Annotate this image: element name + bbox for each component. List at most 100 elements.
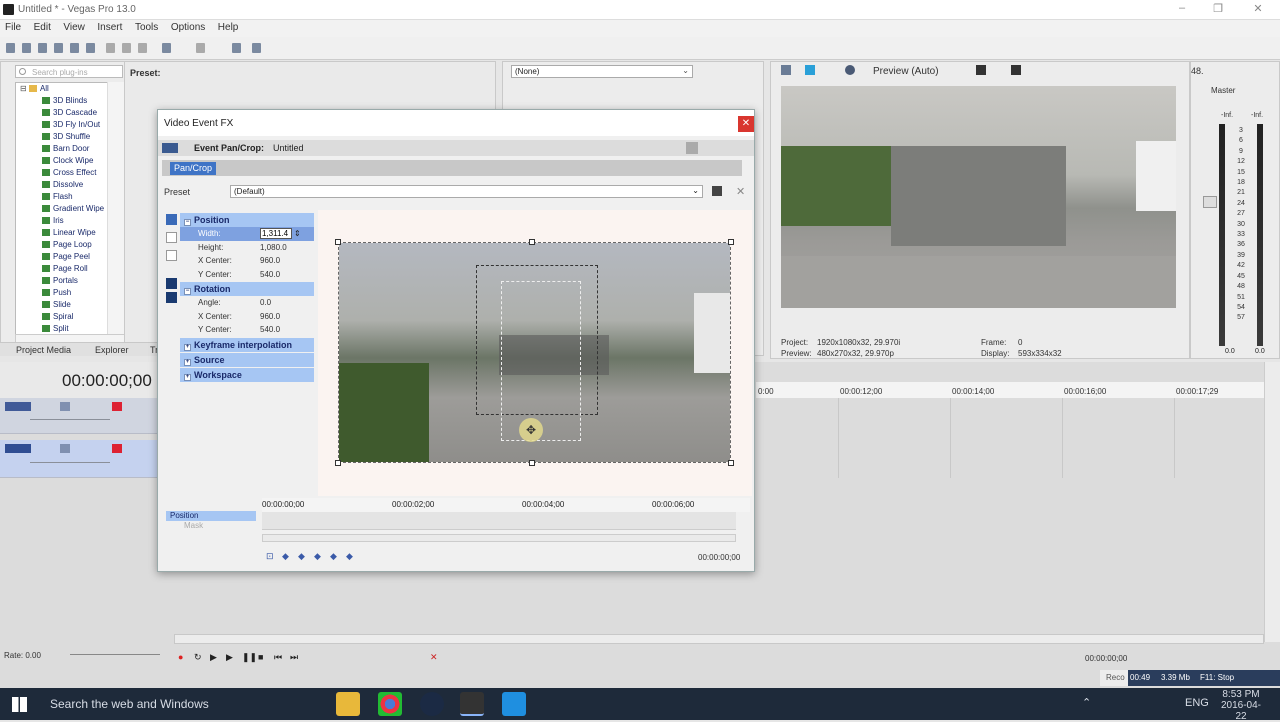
preview-frame[interactable] — [781, 86, 1176, 308]
rate-slider[interactable] — [70, 654, 160, 655]
copy-snapshot-icon[interactable] — [976, 65, 986, 75]
render-icon[interactable] — [70, 43, 79, 53]
angle-row[interactable]: Angle: 0.0 — [180, 296, 314, 310]
pan-crop-workspace[interactable]: ✥ — [318, 210, 752, 496]
rot-xcenter-row[interactable]: X Center: 960.0 — [180, 310, 314, 324]
copy-icon[interactable] — [122, 43, 131, 53]
corner-handle-tl[interactable] — [335, 239, 341, 245]
search-plugins-input[interactable]: Search plug-ins — [15, 65, 123, 78]
save-as-icon[interactable] — [54, 43, 63, 53]
width-row[interactable]: Width: 1,311.4 ⇕ — [180, 227, 314, 241]
kf-track-mask[interactable]: Mask — [166, 521, 256, 531]
language-indicator[interactable]: ENG — [1185, 697, 1209, 709]
keyframe-section[interactable]: + Keyframe interpolation — [180, 337, 314, 352]
dialog-close-button[interactable]: ✕ — [738, 116, 754, 132]
help-icon[interactable] — [252, 43, 261, 53]
tab-explorer[interactable]: Explorer — [95, 345, 129, 355]
track-1-fx-icon[interactable] — [112, 402, 122, 411]
lock-aspect-icon[interactable] — [166, 278, 177, 289]
timeline-hscrollbar[interactable] — [174, 634, 1264, 644]
zoom-tool-icon[interactable] — [166, 232, 177, 243]
rot-ycenter-row[interactable]: Y Center: 540.0 — [180, 323, 314, 337]
save-icon[interactable] — [38, 43, 47, 53]
clock[interactable]: 8:53 PM 2016-04-22 — [1216, 689, 1266, 722]
move-handle-icon[interactable]: ✥ — [519, 418, 543, 442]
menu-file[interactable]: File — [0, 20, 26, 35]
redo-icon[interactable] — [196, 43, 205, 53]
sync-cursor-icon[interactable]: ⊡ — [266, 551, 274, 562]
prev-keyframe-icon[interactable]: ◆ — [298, 551, 305, 562]
properties-icon[interactable] — [86, 43, 95, 53]
cut-icon[interactable] — [106, 43, 115, 53]
kf-scrollbar[interactable] — [262, 534, 736, 542]
menu-edit[interactable]: Edit — [29, 20, 56, 35]
start-icon[interactable] — [12, 697, 27, 712]
menu-insert[interactable]: Insert — [92, 20, 127, 35]
timeline-ruler[interactable]: 0:00 00:00:12;00 00:00:14;00 00:00:16;00… — [756, 382, 1280, 398]
preview-quality[interactable]: Preview (Auto) — [873, 66, 939, 77]
vegas-icon[interactable] — [460, 692, 484, 716]
timeline-vscrollbar[interactable] — [1264, 362, 1280, 642]
save-snapshot-icon[interactable] — [1011, 65, 1021, 75]
kf-ruler[interactable]: 00:00:00;00 00:00:02;00 00:00:04;00 00:0… — [262, 498, 750, 512]
track-2-fx-icon[interactable] — [112, 444, 122, 453]
pan-tool-icon[interactable] — [166, 250, 177, 261]
first-keyframe-icon[interactable]: ◆ — [282, 551, 289, 562]
tray-chevron-icon[interactable]: ⌃ — [1082, 696, 1091, 709]
menu-options[interactable]: Options — [166, 20, 210, 35]
kf-track-position[interactable]: Position — [166, 511, 256, 521]
tab-pan-crop[interactable]: Pan/Crop — [170, 162, 217, 175]
bypass-icon[interactable] — [686, 142, 698, 154]
xcenter-row[interactable]: X Center: 960.0 — [180, 254, 314, 268]
tl-go-start-icon[interactable]: ⏮ — [274, 652, 282, 663]
steam-icon[interactable] — [420, 692, 444, 716]
tl-go-end-icon[interactable]: ⏭ — [290, 652, 298, 663]
add-keyframe-icon[interactable]: ◆ — [346, 551, 353, 562]
source-section[interactable]: + Source — [180, 352, 314, 367]
corner-handle-br[interactable] — [728, 460, 734, 466]
close-window-button[interactable]: ✕ — [1248, 2, 1268, 18]
normal-edit-tool-icon[interactable] — [166, 214, 177, 225]
edge-handle-bottom[interactable] — [529, 460, 535, 466]
rotation-section[interactable]: − Rotation — [180, 282, 314, 296]
fx-chain-select[interactable]: (None) ⌄ — [511, 65, 693, 78]
tree-vscrollbar[interactable] — [107, 82, 124, 336]
app-icon-blue[interactable] — [502, 692, 526, 716]
master-fader[interactable] — [1203, 196, 1217, 208]
chrome-icon[interactable] — [378, 692, 402, 716]
tl-delete-icon[interactable]: ✕ — [430, 652, 438, 663]
delete-preset-icon[interactable]: ✕ — [736, 185, 745, 198]
menu-help[interactable]: Help — [213, 20, 244, 35]
edge-handle-top[interactable] — [529, 239, 535, 245]
timeline-tracks[interactable] — [756, 398, 1264, 478]
height-row[interactable]: Height: 1,080.0 — [180, 241, 314, 255]
last-keyframe-icon[interactable]: ◆ — [330, 551, 337, 562]
tab-project-media[interactable]: Project Media — [16, 345, 71, 355]
corner-handle-bl[interactable] — [335, 460, 341, 466]
taskbar-search[interactable]: Search the web and Windows — [50, 697, 209, 711]
tl-pause-icon[interactable]: ❚❚ — [242, 652, 257, 663]
track-1-slider[interactable] — [30, 419, 110, 420]
corner-handle-tr[interactable] — [728, 239, 734, 245]
size-about-center-icon[interactable] — [166, 292, 177, 303]
maximize-button[interactable]: ❐ — [1208, 2, 1228, 18]
dialog-preset-select[interactable]: (Default) ⌄ — [230, 185, 703, 198]
preview-settings-icon[interactable] — [781, 65, 791, 75]
next-keyframe-icon[interactable]: ◆ — [314, 551, 321, 562]
menu-tools[interactable]: Tools — [130, 20, 163, 35]
open-icon[interactable] — [22, 43, 31, 53]
save-preset-icon[interactable] — [712, 186, 722, 196]
file-explorer-icon[interactable] — [336, 692, 360, 716]
tool-icon[interactable] — [232, 43, 241, 53]
tl-play-start-icon[interactable]: ▶ — [210, 652, 217, 663]
track-2-slider[interactable] — [30, 462, 110, 463]
track-header-2[interactable] — [0, 440, 158, 478]
minimize-button[interactable]: – — [1172, 2, 1192, 18]
track-header-1[interactable] — [0, 398, 158, 434]
menu-view[interactable]: View — [58, 20, 90, 35]
track-1-motion-icon[interactable] — [60, 402, 70, 411]
track-2-motion-icon[interactable] — [60, 444, 70, 453]
split-screen-icon[interactable] — [805, 65, 815, 75]
new-icon[interactable] — [6, 43, 15, 53]
tl-stop-icon[interactable]: ■ — [258, 652, 263, 662]
